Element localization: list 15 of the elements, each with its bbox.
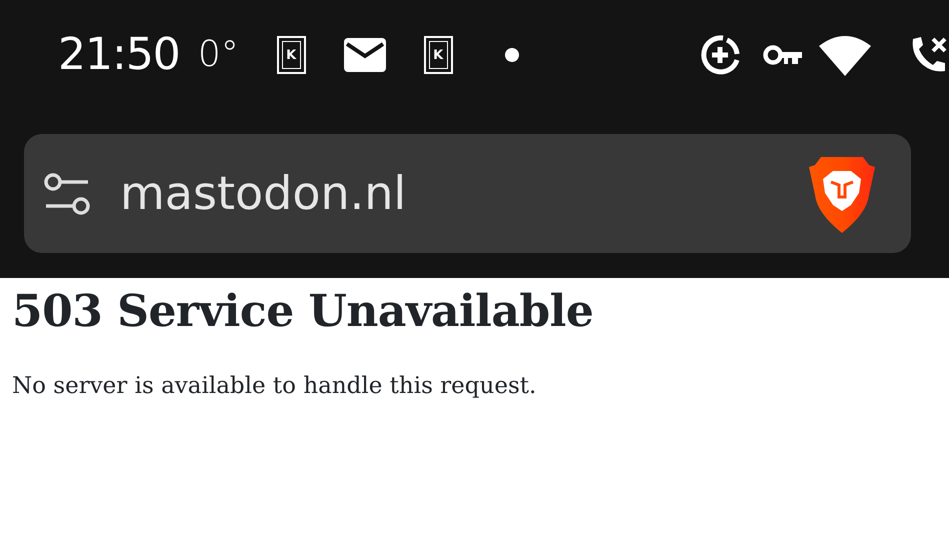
app-icon: K [424,36,453,74]
temperature: 0° [198,33,239,77]
mail-icon [344,38,386,72]
url-text[interactable]: mastodon.nl [120,159,406,228]
notification-dot-icon [504,48,519,62]
lion-shield-icon[interactable] [809,154,875,232]
data-saver-icon [699,34,741,76]
app-icon: K [276,36,306,74]
wifi-icon [819,34,871,76]
address-bar[interactable]: mastodon.nl [24,134,911,253]
page-heading: 503 Service Unavailable [12,286,594,339]
error-message: No server is available to handle this request. [12,372,538,401]
settings-sliders-icon [44,172,90,216]
clock-time: 21:50 [58,28,180,82]
key-icon [763,44,803,66]
